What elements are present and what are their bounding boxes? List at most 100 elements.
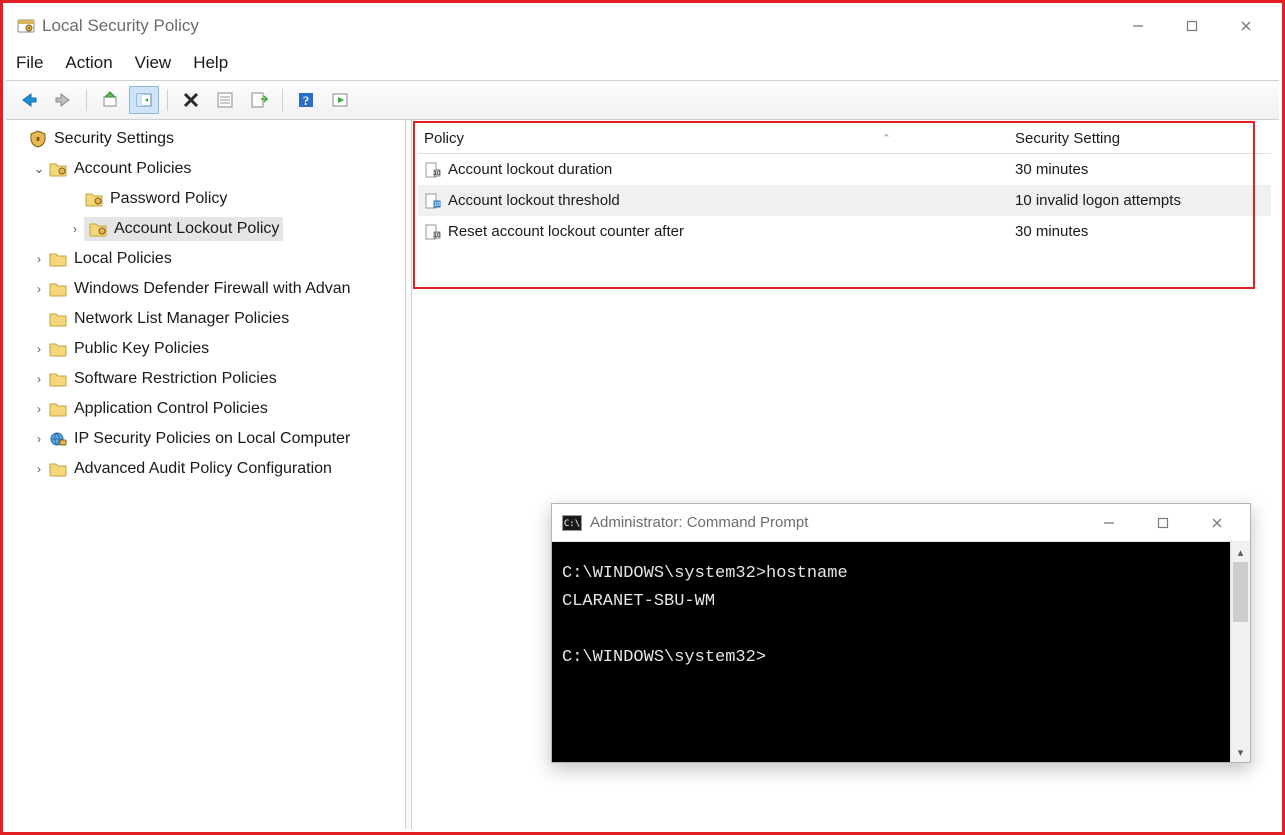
window-controls (1111, 10, 1273, 42)
col-setting-header[interactable]: Security Setting (1011, 130, 1271, 147)
properties-button[interactable] (210, 86, 240, 114)
tree-software-label: Software Restriction Policies (74, 370, 277, 388)
svg-text:10: 10 (434, 202, 441, 208)
chevron-right-icon[interactable]: › (30, 282, 48, 296)
tree-local-label: Local Policies (74, 250, 172, 268)
shield-icon (28, 129, 48, 149)
list-row[interactable]: 10 Reset account lockout counter after 3… (418, 216, 1271, 247)
title-bar[interactable]: Local Security Policy (6, 6, 1279, 46)
toolbar: ? (6, 80, 1279, 120)
col-policy-header[interactable]: Policy (424, 130, 464, 147)
chevron-right-icon[interactable]: › (66, 222, 84, 236)
tree-app-control[interactable]: › Application Control Policies (6, 394, 405, 424)
folder-icon (48, 279, 68, 299)
minimize-button[interactable] (1111, 10, 1165, 42)
svg-text:10: 10 (434, 171, 441, 177)
tree-network-label: Network List Manager Policies (74, 310, 289, 328)
command-prompt-window[interactable]: C:\ Administrator: Command Prompt C:\WIN… (551, 503, 1251, 763)
tree-account-lockout-policy[interactable]: › Account Lockout Policy (6, 214, 405, 244)
policy-icon: 10 (424, 192, 442, 210)
tree-pane[interactable]: Security Settings ⌄ Account Policies (6, 120, 406, 829)
policy-value: 30 minutes (1011, 223, 1271, 240)
policy-icon: 10 (424, 223, 442, 241)
list-header[interactable]: Policy ⌃ Security Setting (418, 123, 1271, 154)
policy-name: Account lockout threshold (448, 192, 620, 209)
list-row[interactable]: 10 Account lockout threshold 10 invalid … (418, 185, 1271, 216)
back-button[interactable] (14, 86, 44, 114)
tree-public-key[interactable]: › Public Key Policies (6, 334, 405, 364)
export-list-button[interactable] (244, 86, 274, 114)
policy-icon: 10 (424, 161, 442, 179)
scroll-thumb[interactable] (1233, 562, 1248, 622)
chevron-right-icon[interactable]: › (30, 402, 48, 416)
tree-local-policies[interactable]: › Local Policies (6, 244, 405, 274)
cmd-icon: C:\ (562, 515, 582, 531)
tree-account-policies-label: Account Policies (74, 160, 191, 178)
tree-audit[interactable]: › Advanced Audit Policy Configuration (6, 454, 405, 484)
help-button[interactable]: ? (291, 86, 321, 114)
menu-view[interactable]: View (135, 53, 172, 73)
tree-password-policy-label: Password Policy (110, 190, 227, 208)
forward-button[interactable] (48, 86, 78, 114)
tree-software-restriction[interactable]: › Software Restriction Policies (6, 364, 405, 394)
chevron-right-icon[interactable]: › (30, 342, 48, 356)
folder-icon (48, 459, 68, 479)
tree-ipsec-label: IP Security Policies on Local Computer (74, 430, 350, 448)
sort-caret-icon: ⌃ (882, 132, 891, 145)
showhide-tree-button[interactable] (129, 86, 159, 114)
folder-lock-icon (88, 219, 108, 239)
policy-value: 10 invalid logon attempts (1011, 192, 1271, 209)
cmd-line: CLARANET-SBU-WM (562, 592, 715, 611)
tree-password-policy[interactable]: Password Policy (6, 184, 405, 214)
screenshot-frame: Local Security Policy File Action View H… (0, 0, 1285, 835)
tree-ipsec[interactable]: › IP Security Policies on Local Computer (6, 424, 405, 454)
scroll-down-icon[interactable]: ▾ (1231, 742, 1250, 762)
tree-account-lockout-label: Account Lockout Policy (114, 220, 279, 238)
window-title: Local Security Policy (42, 16, 199, 36)
tree-appcontrol-label: Application Control Policies (74, 400, 268, 418)
tree-root[interactable]: Security Settings (6, 124, 405, 154)
cmd-close-button[interactable] (1190, 507, 1244, 539)
tree-firewall-label: Windows Defender Firewall with Advan (74, 280, 351, 298)
tree-audit-label: Advanced Audit Policy Configuration (74, 460, 332, 478)
cmd-scrollbar[interactable]: ▴ ▾ (1230, 542, 1250, 762)
up-button[interactable] (95, 86, 125, 114)
cmd-output[interactable]: C:\WINDOWS\system32>hostname CLARANET-SB… (552, 542, 1230, 762)
tree-network-list[interactable]: Network List Manager Policies (6, 304, 405, 334)
tree-firewall[interactable]: › Windows Defender Firewall with Advan (6, 274, 405, 304)
app-icon (16, 16, 36, 36)
svg-text:10: 10 (434, 233, 441, 239)
menu-file[interactable]: File (16, 53, 43, 73)
cmd-title-bar[interactable]: C:\ Administrator: Command Prompt (552, 504, 1250, 542)
cmd-line: C:\WINDOWS\system32> (562, 648, 766, 667)
tree-publickey-label: Public Key Policies (74, 340, 209, 358)
delete-button[interactable] (176, 86, 206, 114)
scroll-up-icon[interactable]: ▴ (1231, 542, 1250, 562)
menu-action[interactable]: Action (65, 53, 112, 73)
chevron-right-icon[interactable]: › (30, 372, 48, 386)
chevron-down-icon[interactable]: ⌄ (30, 161, 48, 177)
folder-icon (48, 399, 68, 419)
list-row[interactable]: 10 Account lockout duration 30 minutes (418, 154, 1271, 185)
policy-name: Account lockout duration (448, 161, 612, 178)
cmd-line: C:\WINDOWS\system32>hostname (562, 564, 848, 583)
run-button[interactable] (325, 86, 355, 114)
close-button[interactable] (1219, 10, 1273, 42)
tree-root-label: Security Settings (54, 130, 174, 148)
policy-value: 30 minutes (1011, 161, 1271, 178)
tree-account-policies[interactable]: ⌄ Account Policies (6, 154, 405, 184)
folder-icon (48, 369, 68, 389)
folder-lock-icon (48, 159, 68, 179)
cmd-minimize-button[interactable] (1082, 507, 1136, 539)
cmd-title-text: Administrator: Command Prompt (590, 514, 808, 531)
menu-bar: File Action View Help (6, 46, 1279, 80)
folder-lock-icon (84, 189, 104, 209)
menu-help[interactable]: Help (193, 53, 228, 73)
folder-icon (48, 309, 68, 329)
chevron-right-icon[interactable]: › (30, 462, 48, 476)
chevron-right-icon[interactable]: › (30, 252, 48, 266)
cmd-maximize-button[interactable] (1136, 507, 1190, 539)
maximize-button[interactable] (1165, 10, 1219, 42)
chevron-right-icon[interactable]: › (30, 432, 48, 446)
policy-name: Reset account lockout counter after (448, 223, 684, 240)
